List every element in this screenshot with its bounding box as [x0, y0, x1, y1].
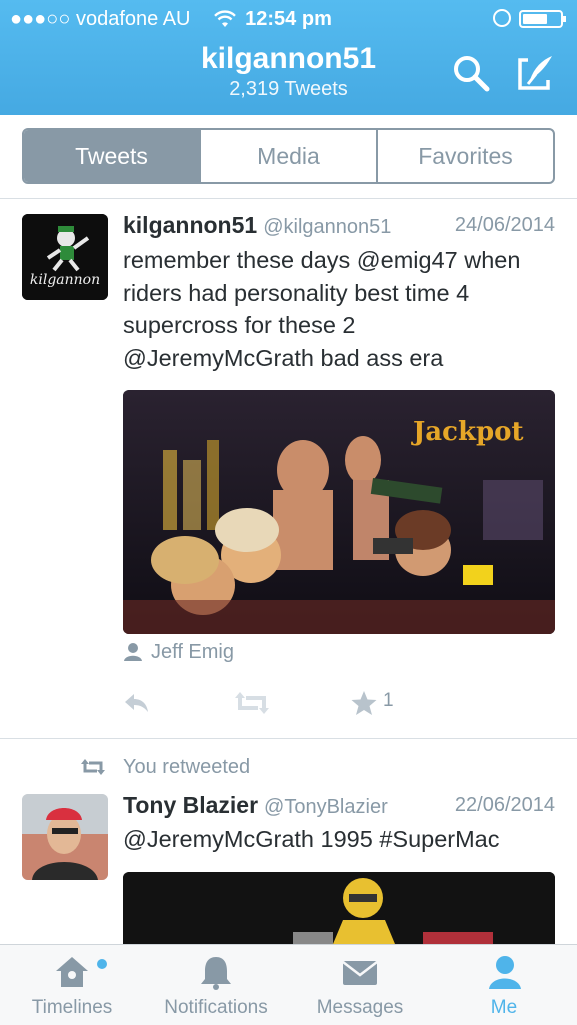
tab-me[interactable]: Me — [432, 945, 577, 1025]
envelope-icon — [342, 961, 378, 985]
tweet-date: 22/06/2014 — [454, 794, 555, 816]
clock: 12:54 pm — [245, 8, 332, 30]
profile-photo-image — [22, 794, 108, 880]
tab-media[interactable]: Media — [199, 130, 376, 182]
tab-timelines[interactable]: Timelines — [0, 945, 144, 1025]
tab-favorites[interactable]: Favorites — [376, 130, 553, 182]
tweet-media-photo[interactable]: Jackpot — [123, 390, 555, 634]
home-icon — [56, 957, 88, 987]
tab-bar: Timelines Notifications Messages Me — [0, 944, 577, 1025]
tweet-author-name[interactable]: Tony Blazier — [123, 792, 258, 818]
compose-icon[interactable] — [514, 52, 556, 94]
tweet-author-name[interactable]: kilgannon51 — [123, 212, 257, 238]
tab-messages[interactable]: Messages — [288, 945, 432, 1025]
bell-icon — [201, 957, 231, 990]
tweet-text: @JeremyMcGrath 1995 #SuperMac — [123, 823, 563, 856]
tab-label: Messages — [316, 997, 404, 1018]
tab-tweets[interactable]: Tweets — [24, 130, 199, 182]
photo-image — [123, 872, 555, 944]
status-bar: ●●●○○ vodafone AU 12:54 pm — [0, 6, 577, 34]
tweet-text: remember these days @emig47 when riders … — [123, 244, 563, 374]
unread-dot — [97, 959, 107, 969]
tweet-text-line: remember these days @emig47 when — [123, 247, 521, 273]
battery-icon — [519, 10, 566, 28]
photo-image: Jackpot — [123, 390, 555, 634]
avatar[interactable] — [22, 794, 108, 880]
tab-notifications[interactable]: Notifications — [144, 945, 288, 1025]
avatar-wordmark: kilgannon — [29, 272, 101, 288]
person-icon — [124, 643, 142, 661]
person-icon — [488, 956, 521, 989]
retweet-icon — [81, 759, 105, 775]
tab-label: Notifications — [164, 997, 268, 1018]
reply-icon[interactable] — [122, 688, 152, 718]
header: ●●●○○ vodafone AU 12:54 pm kilgannon51 2… — [0, 0, 577, 115]
tweet-media-photo[interactable] — [123, 872, 555, 944]
tagged-user[interactable]: Jeff Emig — [151, 641, 234, 664]
tweet-text-line: supercross for these 2 — [123, 312, 356, 338]
divider — [0, 738, 577, 739]
divider — [0, 198, 577, 199]
retweet-icon[interactable] — [234, 688, 270, 718]
retweeted-label: You retweeted — [123, 756, 251, 778]
favorite-count: 1 — [383, 690, 394, 711]
tweet-text-line: @JeremyMcGrath 1995 #SuperMac — [123, 826, 500, 852]
tweet-header: kilgannon51 @kilgannon51 24/06/2014 — [123, 212, 555, 239]
tweet-text-line: @JeremyMcGrath bad ass era — [123, 344, 444, 371]
tab-label: Timelines — [31, 997, 113, 1018]
avatar[interactable]: kilgannon — [22, 214, 108, 300]
tweet-text-line: riders had personality best time 4 — [123, 279, 470, 306]
search-icon[interactable] — [450, 52, 492, 94]
tweet-date: 24/06/2014 — [454, 214, 555, 236]
profile-segmented-control: Tweets Media Favorites — [22, 128, 555, 184]
tweet-header: Tony Blazier @TonyBlazier 22/06/2014 — [123, 792, 555, 819]
tweet-author-handle[interactable]: @kilgannon51 — [263, 216, 391, 238]
tweet-author-handle[interactable]: @TonyBlazier — [264, 796, 388, 818]
tab-label: Me — [490, 997, 518, 1018]
media-wordmark: Jackpot — [411, 417, 524, 447]
favorite-star-icon[interactable] — [350, 688, 378, 718]
alarm-icon — [493, 9, 511, 27]
